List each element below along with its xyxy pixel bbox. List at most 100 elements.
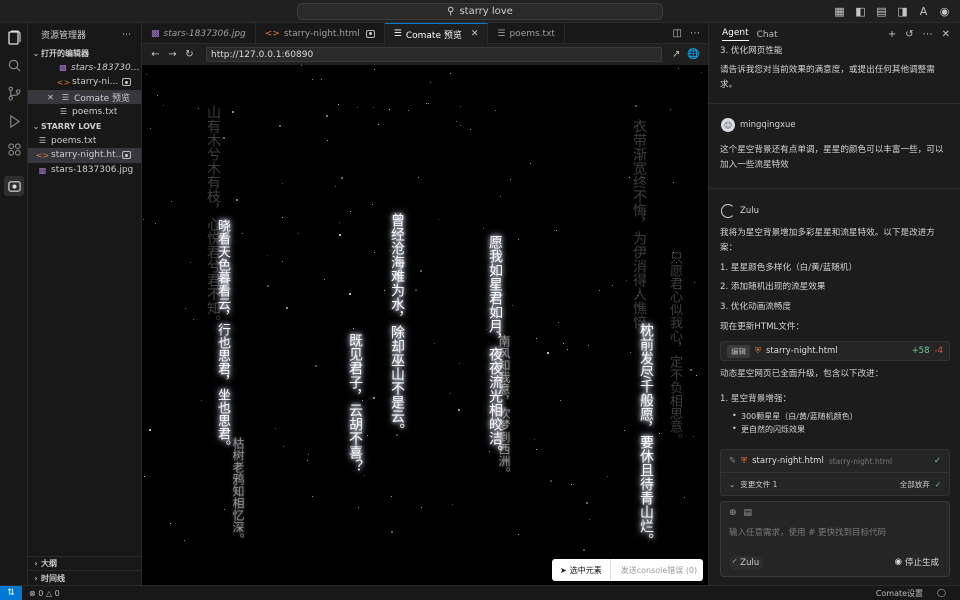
problems-indicator[interactable]: ⊗ 0 △ 0 [29,589,60,598]
pick-element-button[interactable]: ➤ 选中元素 [552,559,611,581]
reload-icon[interactable]: ↻ [181,49,198,60]
new-chat-icon[interactable]: + [888,29,896,40]
chat-input-box[interactable]: ⊕ ▤ 输入任意需求，使用 # 更快找到目标代码 ◜ Zulu ◉ 停止生成 [720,501,950,577]
poem-column: 衣带渐宽终不悔，为伊消得人憔悴。 [631,119,647,343]
more-actions-icon[interactable]: ⋯ [923,29,933,40]
toggle-sidebar-icon[interactable]: ◧ [853,4,868,19]
open-editor-item[interactable]: <> starry-ni... [28,75,141,90]
image-upload-icon[interactable]: ▤ [744,508,753,518]
open-editor-item[interactable]: ☰ poems.txt [28,104,141,119]
star [659,433,660,434]
explorer-icon[interactable] [4,28,24,48]
title-bar: ⚲ starry love ▦ ◧ ▤ ◨ A ◉ [0,0,960,23]
lines-removed: -4 [934,346,943,356]
chat-input-placeholder[interactable]: 输入任意需求，使用 # 更快找到目标代码 [729,526,886,538]
chevron-down-icon[interactable]: ⌄ [729,480,735,489]
send-console-errors-button[interactable]: 发送console错误 (0) [611,565,697,576]
tab-comate-preview[interactable]: ☰ Comate 预览 ✕ [384,23,489,44]
user-message: 这个星空背景还有点单调，星星的颜色可以丰富一些，可以加入一些流星特效 [720,145,944,170]
stop-generation-button[interactable]: ◉ 停止生成 [895,556,939,568]
user-name: mingqingxue [740,120,796,130]
extensions-icon[interactable] [4,139,24,159]
star [170,523,171,524]
tab-starry-night-html[interactable]: <> starry-night.html [256,23,385,44]
star [143,219,144,220]
toggle-panel-icon[interactable]: ▤ [874,4,889,19]
history-icon[interactable]: ↺ [905,29,913,40]
tab-stars-image[interactable]: ▩ stars-1837306.jpg [142,23,256,44]
timeline-section[interactable]: › 时间线 [28,570,141,585]
close-icon[interactable]: ✕ [471,29,479,39]
star [230,301,231,302]
plan-item: 1. 星星颜色多样化（白/黄/蓝随机） [720,263,858,273]
star [626,280,627,281]
open-editor-item[interactable]: ▩ stars-1837306.... [28,61,141,76]
star [364,475,365,476]
explorer-title: 资源管理器 [41,31,87,41]
unsaved-indicator-icon[interactable] [122,151,131,160]
run-debug-icon[interactable] [4,111,24,131]
chevron-down-icon: ⌄ [32,48,40,58]
folder-header[interactable]: ⌄ STARRY LOVE [28,119,141,134]
changed-file-row[interactable]: ✎ ⛨ starry-night.html starry-night.html … [721,450,949,473]
split-editor-icon[interactable]: ◫ [673,28,682,39]
more-actions-icon[interactable]: ⋯ [122,30,131,40]
forward-arrow-icon[interactable]: → [164,49,181,60]
more-actions-icon[interactable]: ⋯ [690,28,700,39]
search-icon[interactable] [4,55,24,75]
comate-icon[interactable] [4,176,24,196]
star [282,183,283,184]
tab-poems-txt[interactable]: ☰ poems.txt [488,23,565,44]
command-search-box[interactable]: ⚲ starry love [297,3,663,20]
edited-file-chip[interactable]: 编辑 ⛨ starry-night.html +58 -4 [720,341,950,361]
tab-chat[interactable]: Chat [757,30,778,40]
model-selector[interactable]: ◜ Zulu [729,556,764,570]
agent-panel: Agent Chat + ↺ ⋯ ✕ 3. 优化网页性能 请告诉我您对当前效果的… [708,23,960,585]
star [223,137,225,139]
open-external-icon[interactable]: ↗ [672,49,680,60]
star [384,290,385,291]
url-input[interactable]: http://127.0.0.1:60890 [206,47,662,62]
tab-agent[interactable]: Agent [722,28,749,41]
close-icon[interactable]: ✕ [942,29,950,40]
source-control-icon[interactable] [4,83,24,103]
accept-all-check-icon[interactable]: ✓ [935,480,941,489]
cursor-icon: ➤ [560,565,567,575]
account-icon[interactable]: ◉ [937,4,952,19]
back-arrow-icon[interactable]: ← [147,49,164,60]
bell-icon[interactable]: ◯ [937,588,946,599]
star [353,328,354,329]
star [374,69,375,70]
unsaved-indicator-icon[interactable] [122,78,131,87]
discard-all-button[interactable]: 全部放弃 [900,479,930,490]
star [282,217,283,218]
star [367,435,368,436]
remote-icon[interactable]: ⇅ [0,585,22,600]
star [452,504,453,505]
star [589,519,590,520]
comate-settings-button[interactable]: Comate设置 [876,588,923,599]
star [321,79,322,80]
poem-column: 只愿君心似我心，定不负相思意。 [667,251,682,446]
file-item[interactable]: <> starry-night.ht... [28,148,141,163]
starry-night-preview: 山有木兮木有枝，心悦君兮君不知。 晓看天色暮看云，行也思君，坐也思君。 枯树老鸦… [142,65,708,585]
star [146,74,147,75]
outline-section[interactable]: › 大纲 [28,555,141,571]
star [421,507,422,508]
toggle-secondary-sidebar-icon[interactable]: ◨ [895,4,910,19]
changed-files-label: 变更文件 1 [740,479,778,489]
search-text: starry love [459,6,513,17]
open-editor-item[interactable]: ✕ ☰ Comate 预览 [28,89,141,105]
layout-icon[interactable]: ▦ [832,4,847,19]
close-icon[interactable]: ✕ [45,93,56,102]
star [358,507,359,508]
unsaved-indicator-icon[interactable] [365,29,375,38]
open-editors-header[interactable]: ⌄ 打开的编辑器 [28,46,141,61]
globe-icon[interactable]: 🌐 [687,49,699,60]
file-item[interactable]: ☰ poems.txt [28,134,141,149]
star [599,290,600,291]
add-context-icon[interactable]: ⊕ [729,508,737,518]
translate-icon[interactable]: A [916,4,931,19]
file-item[interactable]: ▩ stars-1837306.jpg [28,163,141,178]
check-icon[interactable]: ✓ [934,456,941,466]
